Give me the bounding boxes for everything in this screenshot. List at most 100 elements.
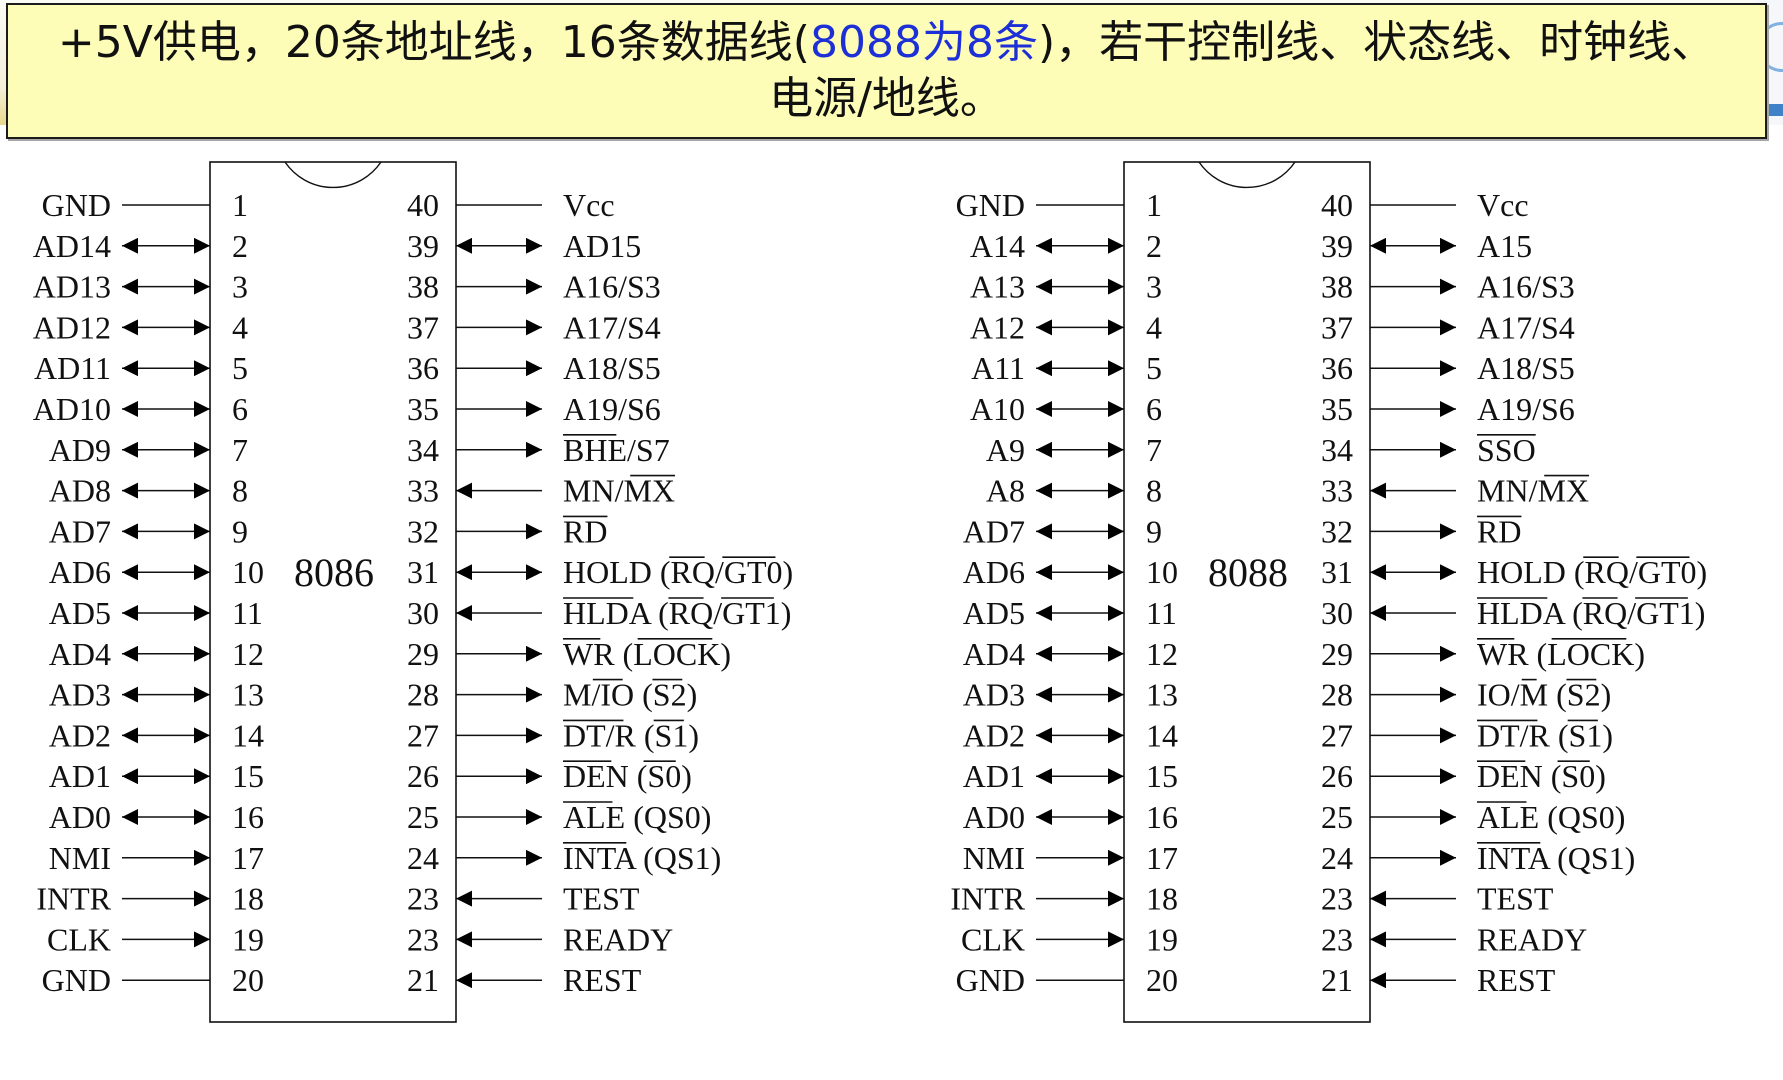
chip-8086-left-label-17: NMI (49, 840, 111, 876)
chip-8086-right-label-13: DT/R (S1) (563, 717, 699, 753)
chip-8086-pin-number-29: 29 (407, 636, 439, 672)
chip-8086-pin-number-17: 17 (232, 840, 264, 876)
chip-8086-pin-number-14: 14 (232, 717, 264, 753)
chip-8088-left-label-12: AD4 (963, 636, 1025, 672)
chip-8088-pin-number-11: 11 (1146, 595, 1177, 631)
chip-8086-pin-number-13: 13 (232, 677, 264, 713)
chip-8088-left-label-16: AD0 (963, 799, 1025, 835)
chip-8086-pin-number-5: 5 (232, 350, 248, 386)
chip-8086-pin-number-6: 6 (232, 391, 248, 427)
chip-8088-left-label-10: AD6 (963, 554, 1025, 590)
chip-8088-pin-number-5: 5 (1146, 350, 1162, 386)
chip-8086-right-label-6: BHE/S7 (563, 432, 670, 468)
chip-8088-pin-number-16: 16 (1146, 799, 1178, 835)
chip-8086-left-label-19: CLK (47, 921, 111, 957)
chip-8086-pin-number-16: 16 (232, 799, 264, 835)
chip-8086-pin-number-23-18: 23 (407, 921, 439, 957)
chip-8086-pin-number-37: 37 (407, 309, 439, 345)
chip-8088-right-label-0: Vcc (1477, 187, 1529, 223)
caption-box: +5V供电，20条地址线，16条数据线(8088为8条)，若干控制线、状态线、时… (6, 3, 1767, 139)
chip-8088-pin-number-24: 24 (1321, 840, 1353, 876)
chip-8088-right-label-8: RD (1477, 513, 1521, 549)
chip-8088-pin-number-29: 29 (1321, 636, 1353, 672)
chip-8086-left-label-2: AD14 (33, 228, 111, 264)
chip-8088-pin-number-40: 40 (1321, 187, 1353, 223)
chip-8086-right-label-4: A18/S5 (563, 350, 661, 386)
chip-8086-left-label-5: AD11 (34, 350, 111, 386)
chip-8088-right-label-1: A15 (1477, 228, 1532, 264)
chip-8088-pin-number-15: 15 (1146, 758, 1178, 794)
chip-8086-pin-number-12: 12 (232, 636, 264, 672)
chip-8088-right-label-13: DT/R (S1) (1477, 717, 1613, 753)
chip-8088-pin-number-26: 26 (1321, 758, 1353, 794)
chip-8086-left-label-10: AD6 (49, 554, 111, 590)
chip-8086-pin-number-32: 32 (407, 513, 439, 549)
chip-8086-pin-number-8: 8 (232, 473, 248, 509)
chip-8088-left-label-15: AD1 (963, 758, 1025, 794)
chip-8086-pin-number-35: 35 (407, 391, 439, 427)
chip-8088-right-label-12: IO/M (S2) (1477, 677, 1611, 713)
chip-8088-pin-number-1: 1 (1146, 187, 1162, 223)
caption-highlight: 8088为8条 (809, 17, 1038, 68)
chip-8086-pin-number-28: 28 (407, 677, 439, 713)
chip-8088-pin-number-31: 31 (1321, 554, 1353, 590)
chip-8088-left-label-6: A10 (970, 391, 1025, 427)
chip-8086-pin-number-31: 31 (407, 554, 439, 590)
chip-8086-right-label-17: TEST (563, 881, 640, 917)
chip-8088-pin-number-18: 18 (1146, 881, 1178, 917)
chip-8088-pin-number-39: 39 (1321, 228, 1353, 264)
chip-8088-left-label-7: A9 (986, 432, 1025, 468)
chip-8088-pin-number-21-19: 21 (1321, 962, 1353, 998)
chip-8086-left-label-9: AD7 (49, 513, 111, 549)
chip-8088-pin-number-7: 7 (1146, 432, 1162, 468)
chip-8088-pin-number-6: 6 (1146, 391, 1162, 427)
chip-8088-pin-number-10: 10 (1146, 554, 1178, 590)
chip-8086-pin-number-34: 34 (407, 432, 439, 468)
chip-8088-left-label-13: AD3 (963, 677, 1025, 713)
chip-8088-pin-number-38: 38 (1321, 269, 1353, 305)
chip-8086-left-label-15: AD1 (49, 758, 111, 794)
chip-8086-pin-number-40: 40 (407, 187, 439, 223)
chip-8086-right-label-18: READY (563, 921, 673, 957)
chip-8086-pin-number-39: 39 (407, 228, 439, 264)
chip-8086-left-label-8: AD8 (49, 473, 111, 509)
chip-8088-right-label-14: DEN (S0) (1477, 758, 1606, 794)
chip-8088-left-label-11: AD5 (963, 595, 1025, 631)
chip-8088-left-label-8: A8 (986, 473, 1025, 509)
chip-8086-right-label-10: HLDA (RQ/GT1) (563, 595, 791, 631)
chip-8086-pin-number-30: 30 (407, 595, 439, 631)
chip-8088-pin-number-34: 34 (1321, 432, 1353, 468)
chip-8088-pin-number-20: 20 (1146, 962, 1178, 998)
chip-8086-name: 8086 (294, 550, 374, 595)
chip-8086-left-label-7: AD9 (49, 432, 111, 468)
chip-8088-right-label-19: REST (1477, 962, 1556, 998)
chip-8088-left-label-18: INTR (950, 881, 1025, 917)
chip-8086-left-label-16: AD0 (49, 799, 111, 835)
chip-8088-right-label-17: TEST (1477, 881, 1554, 917)
chip-8088-pin-number-23-18: 23 (1321, 921, 1353, 957)
chip-8086-pin-number-18: 18 (232, 881, 264, 917)
chip-8086-right-label-8: RD (563, 513, 607, 549)
chip-8086-pin-number-11: 11 (232, 595, 263, 631)
chip-8088-right-label-9: HOLD (RQ/GT0) (1477, 554, 1707, 590)
chip-8088-right-label-16: INTA (QS1) (1477, 840, 1635, 876)
chip-8086-right-label-2: A16/S3 (563, 269, 661, 305)
chip-8088-pin-number-35: 35 (1321, 391, 1353, 427)
chip-8086-left-label-6: AD10 (33, 391, 111, 427)
chip-8086-right-label-9: HOLD (RQ/GT0) (563, 554, 793, 590)
chip-8088-left-label-20: GND (956, 962, 1025, 998)
chip-8088-right-label-10: HLDA (RQ/GT1) (1477, 595, 1705, 631)
chip-8086-right-label-3: A17/S4 (563, 309, 661, 345)
chip-8086-left-label-1: GND (42, 187, 111, 223)
chip-8088-pin-number-25: 25 (1321, 799, 1353, 835)
chip-8086-pin-number-26: 26 (407, 758, 439, 794)
chip-8086-pin-number-38: 38 (407, 269, 439, 305)
chip-8088-right-label-7: MN/MX (1477, 473, 1589, 509)
chip-8086-pin-number-1: 1 (232, 187, 248, 223)
chip-8088-pin-number-9: 9 (1146, 513, 1162, 549)
chip-8088-group: 8088 GND 1 A14 2 A13 3 A12 4 A11 5 A10 6 A9 7 A8 8 AD7 9 AD… (950, 161, 1707, 1023)
chip-8088-pin-number-13: 13 (1146, 677, 1178, 713)
chip-8086-right-label-7: MN/MX (563, 473, 675, 509)
chip-8088-pin-number-17: 17 (1146, 840, 1178, 876)
chip-8086-right-label-1: AD15 (563, 228, 641, 264)
